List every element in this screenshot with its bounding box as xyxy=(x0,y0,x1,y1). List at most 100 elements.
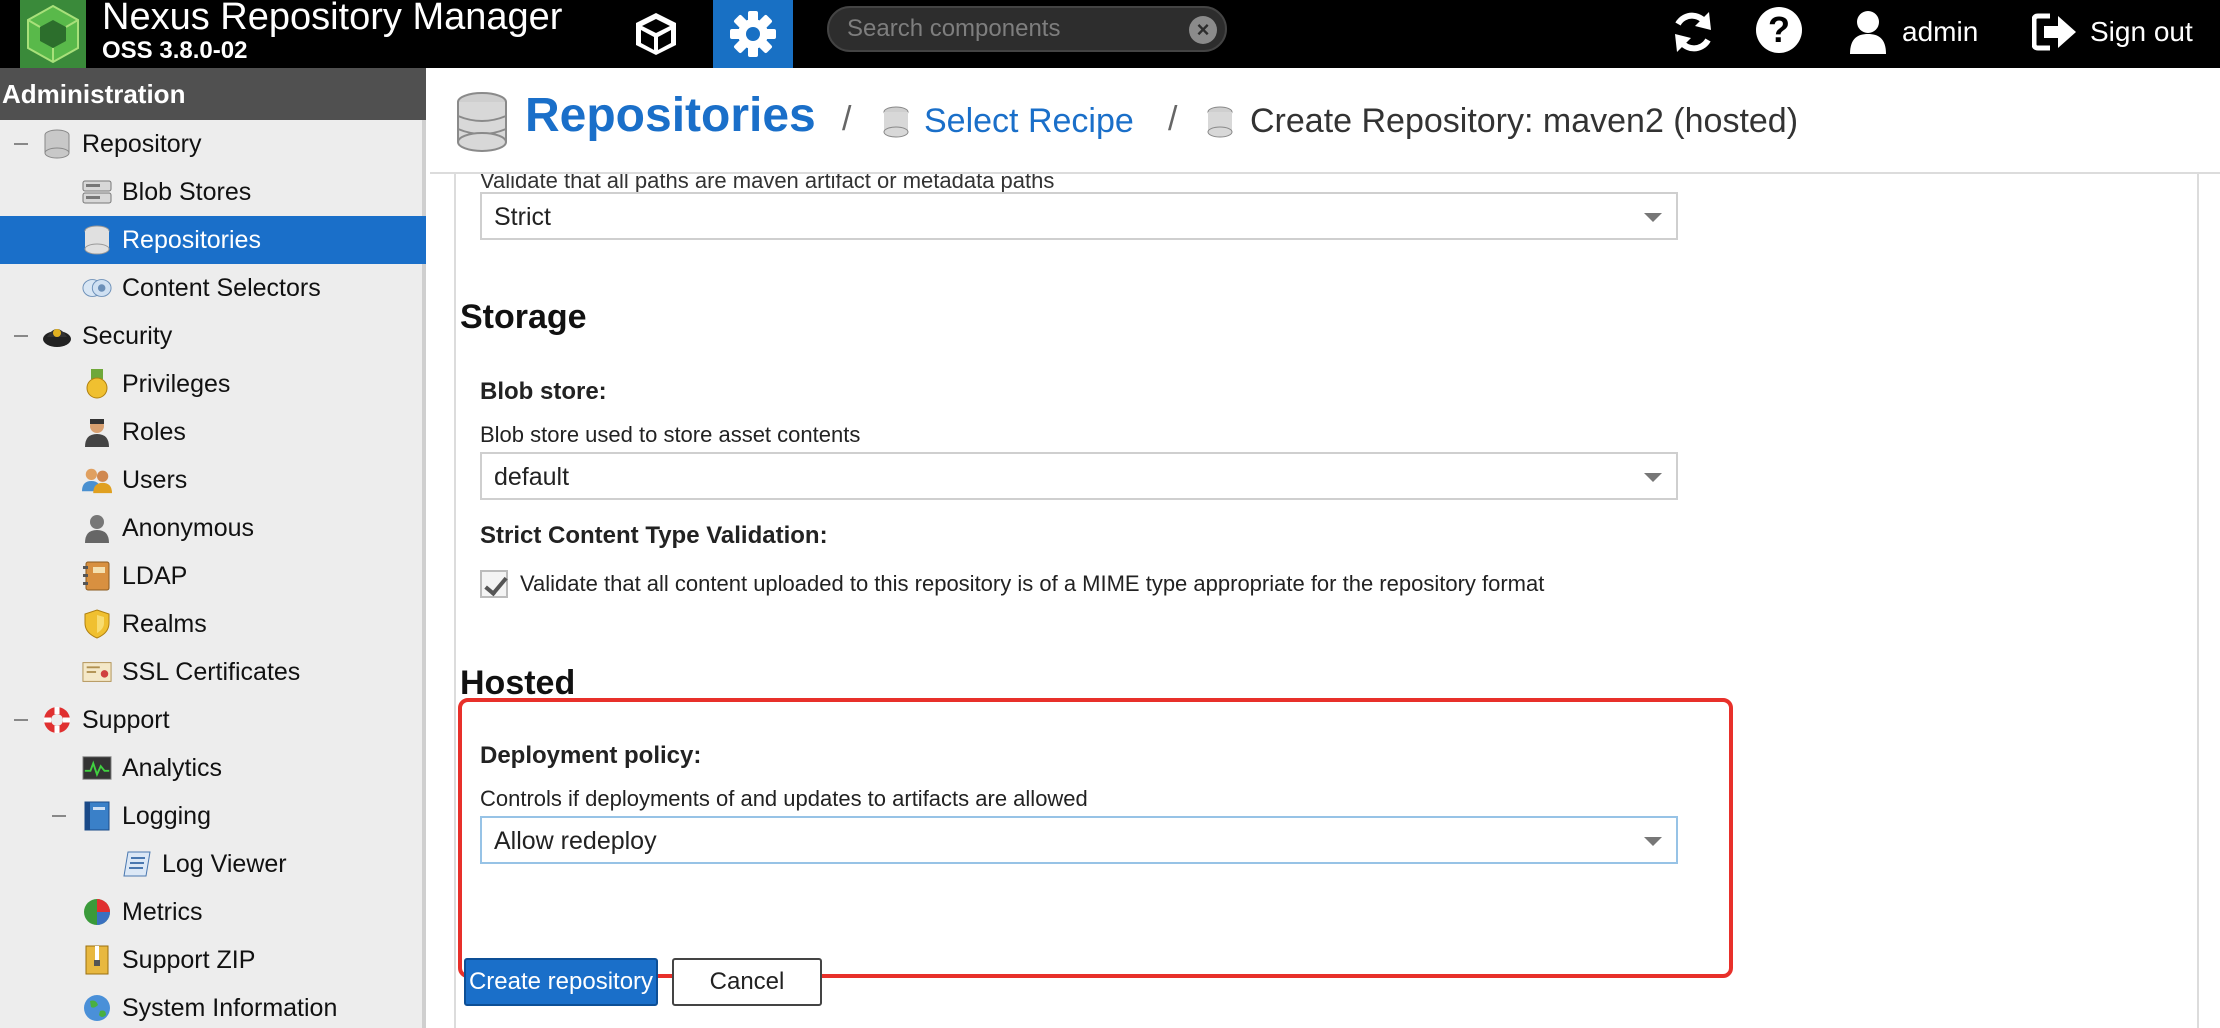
pie-chart-icon xyxy=(82,897,112,927)
deployment-policy-help: Controls if deployments of and updates t… xyxy=(480,786,1088,811)
sidebar-item-label: Logging xyxy=(122,801,211,830)
sidebar-header: Administration xyxy=(0,68,426,120)
database-icon xyxy=(82,225,112,255)
app-title: Nexus Repository Manager xyxy=(102,0,563,38)
search-input[interactable] xyxy=(847,8,1167,50)
content-selector-icon xyxy=(82,273,112,303)
blob-store-help: Blob store used to store asset contents xyxy=(480,422,861,447)
refresh-icon xyxy=(1675,12,1711,52)
sidebar-item-ldap[interactable]: LDAP xyxy=(0,552,426,600)
lifebuoy-icon xyxy=(42,705,72,735)
clear-search-icon[interactable]: × xyxy=(1189,16,1217,44)
sidebar-item-security[interactable]: Security xyxy=(0,312,426,360)
sidebar-item-users[interactable]: Users xyxy=(0,456,426,504)
sidebar-item-anonymous[interactable]: Anonymous xyxy=(0,504,426,552)
strict-content-type-text: Validate that all content uploaded to th… xyxy=(520,571,1545,596)
sign-out-label: Sign out xyxy=(2090,16,2193,47)
database-icon xyxy=(456,92,508,157)
collapse-icon[interactable] xyxy=(14,143,28,145)
sidebar-item-ssl-certificates[interactable]: SSL Certificates xyxy=(0,648,426,696)
database-icon xyxy=(42,129,72,159)
sidebar-item-label: Roles xyxy=(122,417,186,446)
sidebar-item-label: Metrics xyxy=(122,897,203,926)
analytics-icon xyxy=(82,753,112,783)
sidebar-item-label: Anonymous xyxy=(122,513,255,542)
chevron-down-icon[interactable] xyxy=(1644,473,1662,482)
chevron-down-icon[interactable] xyxy=(1644,837,1662,846)
top-bar: Nexus Repository Manager OSS 3.8.0-02 Se… xyxy=(0,0,2220,68)
sidebar-item-repository[interactable]: Repository xyxy=(0,120,426,168)
sidebar-item-label: Repository xyxy=(82,129,202,158)
collapse-icon[interactable] xyxy=(14,719,28,721)
breadcrumb: Repositories / Select Recipe / Create Re… xyxy=(430,68,2220,174)
sidebar-item-label: Users xyxy=(122,465,188,494)
blob-store-select[interactable]: default xyxy=(480,452,1678,500)
refresh-button[interactable] xyxy=(1665,4,1721,60)
search-box: × xyxy=(827,6,1227,52)
sidebar-item-logging[interactable]: Logging xyxy=(0,792,426,840)
sidebar-item-roles[interactable]: Roles xyxy=(0,408,426,456)
sidebar-item-analytics[interactable]: Analytics xyxy=(0,744,426,792)
sidebar-item-label: LDAP xyxy=(122,561,188,590)
chevron-down-icon[interactable] xyxy=(1644,213,1662,222)
layout-policy-select[interactable]: Strict xyxy=(480,192,1678,240)
strict-content-type-checkbox[interactable] xyxy=(480,570,508,598)
blob-store-value: default xyxy=(494,463,570,491)
breadcrumb-current: Create Repository: maven2 (hosted) xyxy=(1250,102,1799,140)
anonymous-icon xyxy=(82,513,112,543)
sidebar-item-realms[interactable]: Realms xyxy=(0,600,426,648)
collapse-icon[interactable] xyxy=(52,815,66,817)
sidebar-item-metrics[interactable]: Metrics xyxy=(0,888,426,936)
help-button[interactable]: ? xyxy=(1756,7,1802,53)
sidebar-item-label: Support xyxy=(82,705,170,734)
database-icon xyxy=(1206,106,1234,143)
create-repository-form: Validate that all paths are maven artifa… xyxy=(454,174,2199,1028)
hosted-section-title: Hosted xyxy=(460,664,576,702)
sidebar-item-system-information[interactable]: System Information xyxy=(0,984,426,1028)
sidebar-item-label: SSL Certificates xyxy=(122,657,301,686)
user-menu[interactable]: admin xyxy=(1848,4,1978,60)
certificate-icon xyxy=(82,657,112,687)
sidebar-item-label: Analytics xyxy=(122,753,223,782)
username: admin xyxy=(1902,16,1979,47)
cancel-button[interactable]: Cancel xyxy=(672,958,822,1006)
sidebar-item-log-viewer[interactable]: Log Viewer xyxy=(0,840,426,888)
browse-button[interactable] xyxy=(616,0,696,68)
zip-icon xyxy=(82,945,112,975)
sidebar-item-blob-stores[interactable]: Blob Stores xyxy=(0,168,426,216)
sidebar-item-support[interactable]: Support xyxy=(0,696,426,744)
address-book-icon xyxy=(82,561,112,591)
sidebar-item-label: Privileges xyxy=(122,369,231,398)
create-repository-button[interactable]: Create repository xyxy=(464,958,658,1006)
breadcrumb-repositories[interactable]: Repositories xyxy=(525,88,816,143)
sidebar-item-repositories[interactable]: Repositories xyxy=(0,216,426,264)
medal-icon xyxy=(82,369,112,399)
nexus-logo-icon[interactable] xyxy=(20,0,86,68)
strict-content-type-checkbox-row[interactable]: Validate that all content uploaded to th… xyxy=(480,570,1544,598)
cube-icon xyxy=(636,13,676,55)
role-icon xyxy=(82,417,112,447)
sidebar-item-label: Repositories xyxy=(122,225,261,254)
breadcrumb-select-recipe[interactable]: Select Recipe xyxy=(924,102,1134,141)
globe-icon xyxy=(82,993,112,1023)
users-icon xyxy=(82,465,112,495)
deployment-policy-value: Allow redeploy xyxy=(494,827,657,855)
deployment-policy-select[interactable]: Allow redeploy xyxy=(480,816,1678,864)
sign-out-button[interactable]: Sign out xyxy=(2032,4,2193,60)
sign-out-icon xyxy=(2032,13,2076,51)
sidebar-item-privileges[interactable]: Privileges xyxy=(0,360,426,408)
administration-button[interactable] xyxy=(713,0,793,68)
sidebar-item-label: Log Viewer xyxy=(162,849,287,878)
book-icon xyxy=(82,801,112,831)
sidebar-item-label: Content Selectors xyxy=(122,273,321,302)
sidebar-item-content-selectors[interactable]: Content Selectors xyxy=(0,264,426,312)
sidebar-item-label: System Information xyxy=(122,993,338,1022)
user-icon xyxy=(1850,11,1886,54)
collapse-icon[interactable] xyxy=(14,335,28,337)
sidebar-item-label: Security xyxy=(82,321,173,350)
sidebar-item-support-zip[interactable]: Support ZIP xyxy=(0,936,426,984)
breadcrumb-separator: / xyxy=(842,100,852,138)
admin-sidebar: Administration Repository Blob Stores Re… xyxy=(0,68,426,1028)
deployment-policy-label: Deployment policy: xyxy=(480,742,702,769)
layout-policy-value: Strict xyxy=(494,203,551,231)
